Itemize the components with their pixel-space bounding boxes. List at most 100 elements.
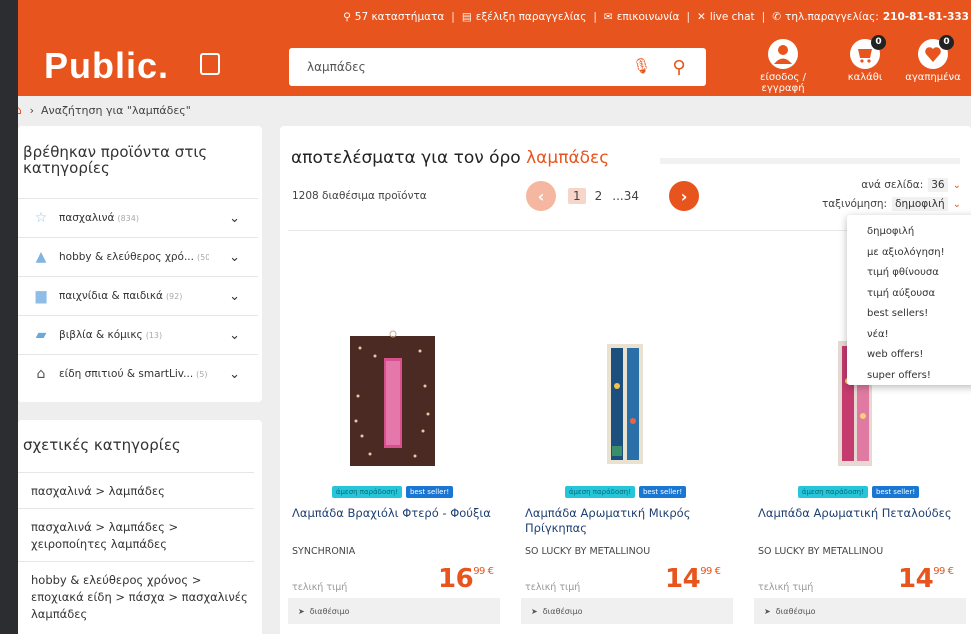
pagination: ‹ 1 2 ...34 › xyxy=(526,180,699,212)
sort-option[interactable]: με αξιολόγηση! xyxy=(847,243,971,264)
live-chat-link[interactable]: ✕ live chat xyxy=(697,11,755,23)
related-list: πασχαλινά > λαμπάδες πασχαλινά > λαμπάδε… xyxy=(18,472,254,631)
best-seller-badge: best seller! xyxy=(405,486,454,498)
product-brand: SO LUCKY BY METALLINOU xyxy=(525,546,651,557)
search-box: 🎙 ⚲ xyxy=(289,48,706,86)
chevron-down-icon[interactable]: ⌄ xyxy=(229,289,240,304)
next-page-button[interactable]: › xyxy=(669,181,699,211)
product-name[interactable]: Λαμπάδα Αρωματική Πεταλούδες xyxy=(758,506,968,521)
product-card[interactable]: άμεση παράδοση! best seller! Λαμπάδα Αρω… xyxy=(513,236,738,634)
divider: | xyxy=(686,10,690,23)
cart-button[interactable]: 0 καλάθι xyxy=(843,35,887,83)
sort-dropdown: δημοφιλή με αξιολόγηση! τιμή φθίνουσα τι… xyxy=(847,215,971,385)
tent-icon: ▲ xyxy=(35,249,47,265)
order-tracking-link[interactable]: ▤ εξέλιξη παραγγελίας xyxy=(462,11,587,23)
truck-icon: ➤ xyxy=(531,606,538,616)
stores-link[interactable]: ⚲ 57 καταστήματα xyxy=(343,11,444,23)
microphone-icon[interactable]: 🎙 xyxy=(632,57,651,77)
product-name[interactable]: Λαμπάδα Αρωματική Μικρός Πρίγκηπας xyxy=(525,506,735,536)
final-price-label: τελική τιμή xyxy=(292,582,348,593)
product-name[interactable]: Λαμπάδα Βραχιόλι Φτερό - Φούξια xyxy=(292,506,502,521)
public-logo[interactable]: Public. xyxy=(44,45,169,87)
fast-delivery-badge: άμεση παράδοση! xyxy=(797,486,868,498)
results-count: 1208 διαθέσιμα προϊόντα xyxy=(292,190,427,202)
prev-page-button[interactable]: ‹ xyxy=(526,181,556,211)
phone-icon: ✆ xyxy=(772,10,781,23)
related-link[interactable]: πασχαλινά > λαμπάδες > χειροποίητες λαμπ… xyxy=(18,508,254,561)
per-page-select[interactable]: 36 xyxy=(928,178,948,192)
smart-home-icon: ⌂ xyxy=(36,366,46,382)
category-item[interactable]: ▆ παιχνίδια & παιδικά (92) ⌄ xyxy=(18,276,258,315)
cart-count-badge: 0 xyxy=(871,35,886,50)
category-item[interactable]: ▲ hobby & ελεύθερος χρό...(506) ⌄ xyxy=(18,237,258,276)
best-seller-badge: best seller! xyxy=(871,486,920,498)
wishlist-button[interactable]: 0 αγαπημένα xyxy=(898,35,968,83)
category-item[interactable]: ⌂ είδη σπιτιού & smartLiv... (5) ⌄ xyxy=(18,354,258,393)
product-card[interactable]: άμεση παράδοση! best seller! Λαμπάδα Βρα… xyxy=(280,236,505,634)
sort-control: ταξινόμηση: δημοφιλή ⌄ xyxy=(821,197,961,211)
sort-option[interactable]: δημοφιλή xyxy=(847,222,971,243)
heart-icon: 0 xyxy=(918,35,954,69)
search-button[interactable]: ⚲ xyxy=(661,53,697,81)
sort-option[interactable]: best sellers! xyxy=(847,304,971,325)
related-link[interactable]: hobby & ελεύθερος χρόνος > εποχιακά είδη… xyxy=(18,561,254,631)
chevron-down-icon[interactable]: ⌄ xyxy=(229,328,240,343)
breadcrumb: ⌂ › Αναζήτηση για "λαμπάδες" xyxy=(18,96,971,124)
wishlist-count-badge: 0 xyxy=(939,35,954,50)
chevron-down-icon[interactable]: ⌄ xyxy=(229,367,240,382)
truck-icon: ➤ xyxy=(298,606,305,616)
chevron-right-icon: › xyxy=(680,186,688,206)
page-current[interactable]: 1 xyxy=(568,188,586,204)
product-image[interactable] xyxy=(280,326,505,476)
home-icon[interactable]: ⌂ xyxy=(18,103,22,117)
categories-title: βρέθηκαν προϊόντα στις κατηγορίες xyxy=(23,143,208,177)
document-icon: ▤ xyxy=(461,10,472,23)
top-bar: ⚲ 57 καταστήματα | ▤ εξέλιξη παραγγελίας |… xyxy=(18,0,971,33)
chevron-down-icon[interactable]: ⌄ xyxy=(229,250,240,265)
contact-link[interactable]: ✉ επικοινωνία xyxy=(604,11,680,23)
sort-option[interactable]: τιμή αύξουσα xyxy=(847,284,971,305)
category-item[interactable]: ▰ βιβλία & κόμικς (13) ⌄ xyxy=(18,315,258,354)
cart-icon: 0 xyxy=(850,35,886,69)
login-button[interactable]: είσοδος / εγγραφή xyxy=(738,39,828,94)
chevron-down-icon[interactable]: ⌄ xyxy=(953,199,961,210)
fast-delivery-badge: άμεση παράδοση! xyxy=(564,486,635,498)
page-link[interactable]: 2 xyxy=(595,189,603,203)
related-link[interactable]: πασχαλινά > λαμπάδες xyxy=(18,472,254,508)
best-seller-badge: best seller! xyxy=(638,486,687,498)
per-page-control: ανά σελίδα: 36 ⌄ xyxy=(861,178,961,192)
category-item[interactable]: ☆ πασχαλινά (834) ⌄ xyxy=(18,198,258,237)
phone-order[interactable]: ✆ τηλ.παραγγελίας: 210-81-81-333 xyxy=(772,11,969,23)
final-price-label: τελική τιμή xyxy=(758,582,814,593)
related-title: σχετικές κατηγορίες xyxy=(23,436,181,454)
page-link-last[interactable]: ...34 xyxy=(612,189,639,203)
product-price: 1499 € xyxy=(665,564,721,594)
sort-option[interactable]: web offers! xyxy=(847,345,971,366)
divider: | xyxy=(593,10,597,23)
chevron-left-icon: ‹ xyxy=(537,186,545,206)
chevron-down-icon[interactable]: ⌄ xyxy=(953,180,961,191)
product-price: 1699 € xyxy=(438,564,494,594)
product-tags: άμεση παράδοση! best seller! xyxy=(513,486,738,498)
star-icon: ☆ xyxy=(34,210,48,226)
product-image[interactable] xyxy=(513,326,738,476)
fast-delivery-badge: άμεση παράδοση! xyxy=(331,486,402,498)
product-brand: SO LUCKY BY METALLINOU xyxy=(758,546,884,557)
user-icon xyxy=(768,39,798,69)
page-frame: ⚲ 57 καταστήματα | ▤ εξέλιξη παραγγελίας |… xyxy=(18,0,971,634)
chevron-down-icon[interactable]: ⌄ xyxy=(229,211,240,226)
availability-bar: ➤ διαθέσιμο xyxy=(754,598,966,624)
categories-list: ☆ πασχαλινά (834) ⌄ ▲ hobby & ελεύθερος χ… xyxy=(18,198,258,393)
sort-select[interactable]: δημοφιλή xyxy=(892,197,948,211)
x-icon: ✕ xyxy=(697,10,706,23)
truck-icon: ➤ xyxy=(764,606,771,616)
header: Public. 🎙 ⚲ είσοδος / εγγραφή 0 καλάθι 0 xyxy=(18,33,971,96)
product-tags: άμεση παράδοση! best seller! xyxy=(280,486,505,498)
sort-option[interactable]: super offers! xyxy=(847,366,971,387)
search-icon: ⚲ xyxy=(672,56,686,78)
title-divider xyxy=(660,158,960,164)
sort-option[interactable]: τιμή φθίνουσα xyxy=(847,263,971,284)
related-categories-panel: σχετικές κατηγορίες πασχαλινά > λαμπάδες… xyxy=(18,420,262,634)
search-input[interactable] xyxy=(307,48,607,86)
sort-option[interactable]: νέα! xyxy=(847,325,971,346)
